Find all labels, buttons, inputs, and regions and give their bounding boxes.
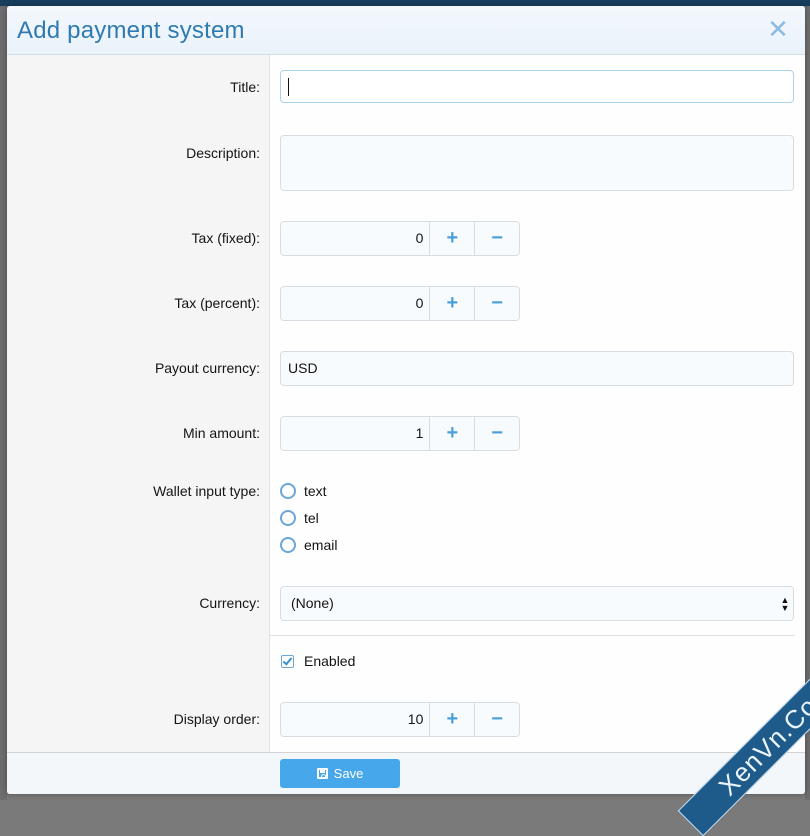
currency-select[interactable]: (None) ▲ ▼ bbox=[280, 586, 794, 621]
radio-button[interactable] bbox=[280, 510, 296, 526]
description-label: Description: bbox=[186, 145, 260, 161]
tax-fixed-decrement-button[interactable]: − bbox=[475, 222, 519, 255]
description-textarea[interactable] bbox=[280, 135, 794, 191]
save-button[interactable]: Save bbox=[280, 759, 400, 788]
radio-label: tel bbox=[304, 510, 319, 526]
dialog-footer: Save bbox=[7, 752, 805, 794]
tax-fixed-increment-button[interactable]: + bbox=[430, 222, 476, 255]
dialog-title: Add payment system bbox=[17, 17, 245, 44]
title-label: Title: bbox=[230, 79, 260, 95]
min-amount-increment-button[interactable]: + bbox=[430, 417, 476, 450]
title-input[interactable] bbox=[280, 70, 794, 103]
radio-label: email bbox=[304, 537, 338, 553]
tax-percent-decrement-button[interactable]: − bbox=[475, 287, 519, 320]
floppy-disk-icon bbox=[316, 768, 328, 779]
enabled-checkbox-row[interactable]: Enabled bbox=[280, 653, 355, 669]
payout-currency-input[interactable]: USD bbox=[280, 351, 794, 386]
display-order-decrement-button[interactable]: − bbox=[475, 703, 519, 736]
radio-button[interactable] bbox=[280, 537, 296, 553]
tax-percent-increment-button[interactable]: + bbox=[430, 287, 476, 320]
tax-fixed-label: Tax (fixed): bbox=[191, 230, 260, 246]
tax-percent-stepper: 0 + − bbox=[280, 286, 520, 321]
display-order-stepper: 10 + − bbox=[280, 702, 520, 737]
wallet-type-option-text[interactable]: text bbox=[280, 481, 327, 501]
payout-currency-label: Payout currency: bbox=[154, 360, 260, 376]
wallet-input-type-label: Wallet input type: bbox=[153, 483, 260, 499]
text-caret bbox=[288, 78, 289, 97]
display-order-input[interactable]: 10 bbox=[281, 703, 431, 736]
tax-percent-label: Tax (percent): bbox=[174, 295, 260, 311]
tax-fixed-stepper: 0 + − bbox=[280, 221, 520, 256]
display-order-label: Display order: bbox=[173, 711, 260, 727]
select-arrows-icon: ▲ ▼ bbox=[780, 595, 790, 613]
close-icon[interactable]: ✕ bbox=[767, 16, 789, 42]
min-amount-label: Min amount: bbox=[182, 425, 260, 441]
tax-fixed-input[interactable]: 0 bbox=[281, 222, 431, 255]
wallet-type-option-tel[interactable]: tel bbox=[280, 508, 319, 528]
enabled-label: Enabled bbox=[304, 653, 356, 669]
radio-label: text bbox=[304, 483, 327, 499]
currency-selected-value: (None) bbox=[291, 595, 334, 611]
section-divider bbox=[270, 635, 795, 636]
min-amount-decrement-button[interactable]: − bbox=[475, 417, 519, 450]
currency-label: Currency: bbox=[199, 595, 260, 611]
add-payment-system-dialog: Add payment system ✕ Title: Description:… bbox=[7, 6, 805, 794]
dialog-header: Add payment system ✕ bbox=[7, 6, 805, 55]
display-order-increment-button[interactable]: + bbox=[430, 703, 476, 736]
save-button-label: Save bbox=[333, 766, 364, 781]
tax-percent-input[interactable]: 0 bbox=[281, 287, 431, 320]
radio-button[interactable] bbox=[280, 483, 296, 499]
min-amount-input[interactable]: 1 bbox=[281, 417, 431, 450]
enabled-checkbox[interactable] bbox=[281, 654, 294, 668]
min-amount-stepper: 1 + − bbox=[280, 416, 520, 451]
wallet-type-option-email[interactable]: email bbox=[280, 535, 337, 555]
modal-backdrop bbox=[0, 6, 7, 800]
